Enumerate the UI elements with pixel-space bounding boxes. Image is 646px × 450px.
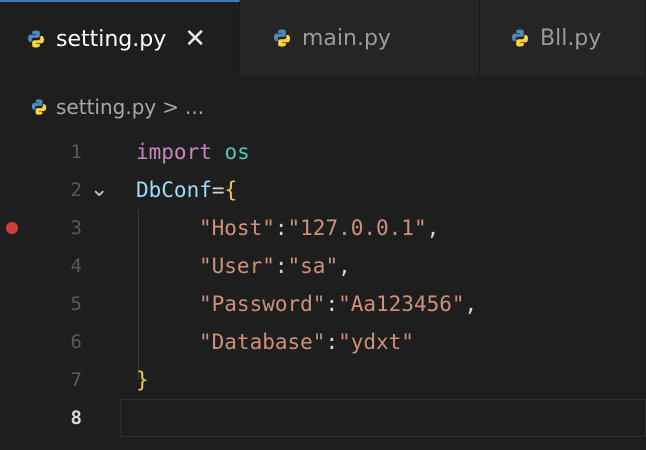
- line-number: 8: [70, 407, 82, 429]
- line-number: 4: [70, 255, 82, 277]
- dict-key: "User": [199, 254, 275, 278]
- colon: :: [325, 292, 339, 316]
- operator: =: [211, 178, 225, 202]
- line-number: 5: [70, 293, 82, 315]
- tab-label: Bll.py: [540, 25, 602, 51]
- python-file-icon: [31, 99, 47, 115]
- breadcrumb[interactable]: setting.py > ...: [30, 92, 204, 122]
- dict-value: "ydxt": [338, 330, 414, 354]
- dict-key: "Database": [199, 330, 326, 354]
- variable-name: DbConf: [136, 178, 212, 202]
- close-brace: }: [136, 368, 149, 392]
- python-file-icon: [28, 30, 44, 48]
- dict-value: "127.0.0.1": [287, 216, 427, 240]
- colon: :: [274, 254, 288, 278]
- code-line[interactable]: 8: [0, 398, 646, 438]
- tab-label: setting.py: [56, 26, 167, 52]
- code-line[interactable]: 1 import os: [0, 132, 646, 172]
- line-number: 1: [70, 141, 82, 163]
- dict-key: "Host": [199, 216, 275, 240]
- line-number: 2: [70, 179, 82, 201]
- code-editor[interactable]: 1 import os 2 ⌄ DbConf={ 3 "Host":"127.0…: [0, 132, 646, 450]
- tab-label: main.py: [302, 25, 391, 51]
- code-line[interactable]: 4 "User":"sa",: [0, 246, 646, 286]
- comma: ,: [426, 216, 440, 240]
- tab-bll-py[interactable]: Bll.py: [480, 0, 646, 76]
- code-line[interactable]: 7 }: [0, 360, 646, 400]
- code-line[interactable]: 6 "Database":"ydxt": [0, 322, 646, 362]
- keyword-import: import: [136, 140, 212, 164]
- dict-value: "sa": [287, 254, 339, 278]
- dict-value: "Aa123456": [338, 292, 465, 316]
- comma: ,: [338, 254, 351, 278]
- chevron-down-icon[interactable]: ⌄: [90, 170, 108, 210]
- colon: :: [274, 216, 288, 240]
- breadcrumb-separator: >: [162, 95, 179, 119]
- editor-tab-bar: setting.py ✕ main.py Bll.py: [0, 0, 646, 76]
- line-number: 7: [70, 369, 82, 391]
- code-line[interactable]: 5 "Password":"Aa123456",: [0, 284, 646, 324]
- close-icon[interactable]: ✕: [184, 26, 206, 52]
- module-name: os: [224, 140, 250, 164]
- breadcrumb-more[interactable]: ...: [185, 95, 204, 119]
- code-line[interactable]: 3 "Host":"127.0.0.1",: [0, 208, 646, 248]
- comma: ,: [464, 292, 478, 316]
- colon: :: [325, 330, 339, 354]
- code-line[interactable]: 2 ⌄ DbConf={: [0, 170, 646, 210]
- python-file-icon: [512, 29, 528, 47]
- python-file-icon: [274, 29, 290, 47]
- dict-key: "Password": [199, 292, 326, 316]
- tab-main-py[interactable]: main.py: [240, 0, 480, 76]
- line-number: 6: [70, 331, 82, 353]
- breadcrumb-file[interactable]: setting.py: [56, 95, 156, 119]
- breakpoint-icon[interactable]: [6, 222, 18, 234]
- tab-setting-py[interactable]: setting.py ✕: [0, 0, 240, 76]
- line-number: 3: [70, 217, 82, 239]
- open-brace: {: [224, 178, 238, 202]
